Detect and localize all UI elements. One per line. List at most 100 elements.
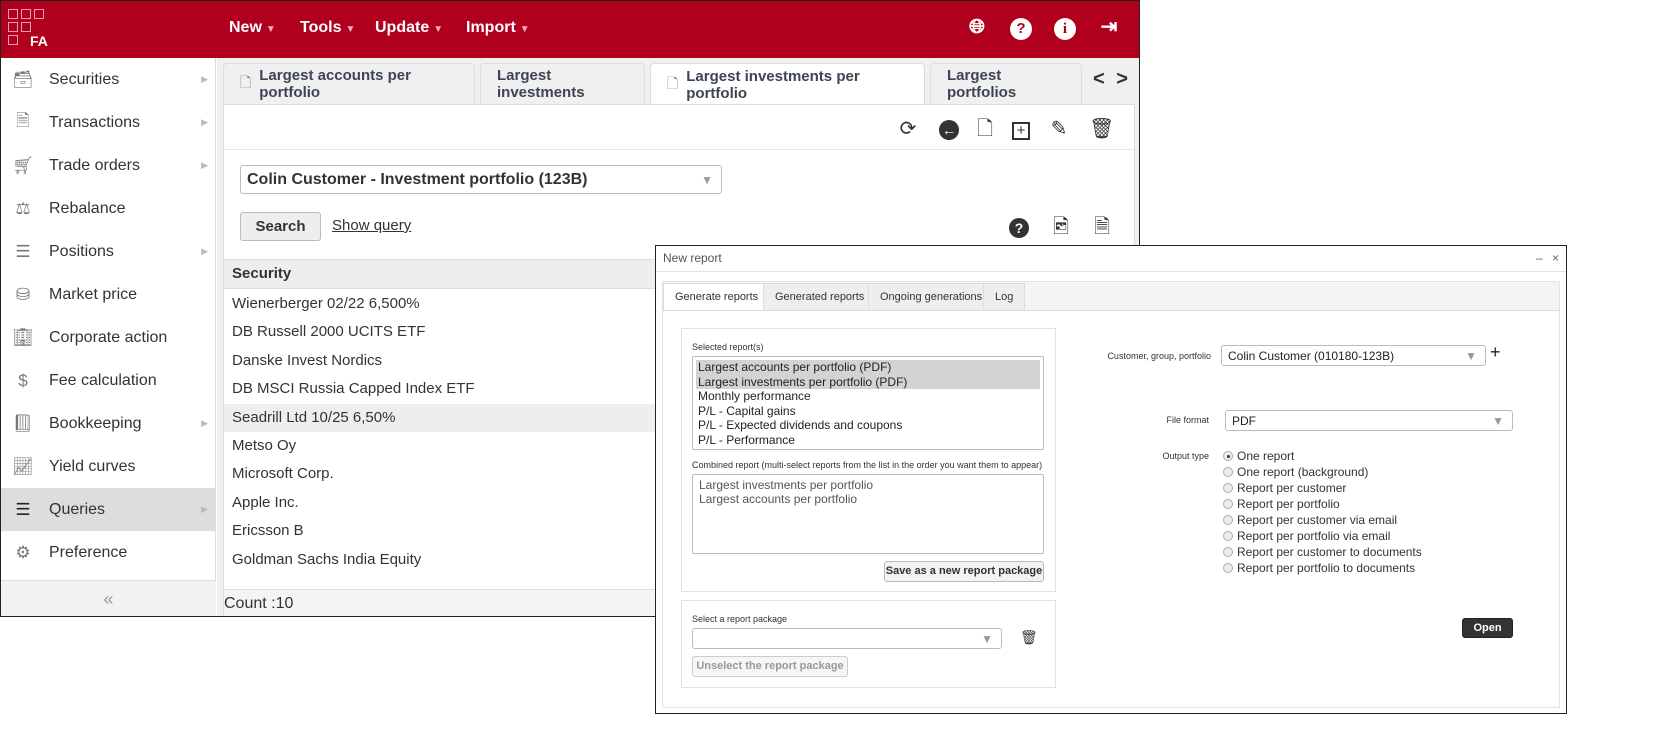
tab-largest-investments-per-portfolio[interactable]: 🗋︎ Largest investments per portfolio xyxy=(650,63,925,105)
add-icon[interactable]: + xyxy=(1009,117,1033,141)
radio-circle[interactable] xyxy=(1223,483,1233,493)
radio-label: Report per portfolio to documents xyxy=(1237,561,1416,575)
portfolio-select[interactable]: Colin Customer - Investment portfolio (1… xyxy=(240,165,722,194)
tab-ongoing-generations[interactable]: Ongoing generations xyxy=(868,283,995,311)
combined-report-item[interactable]: Largest investments per portfolio xyxy=(696,478,1040,492)
radio-circle[interactable] xyxy=(1223,451,1233,461)
file-format-label: File format xyxy=(1166,415,1209,425)
radio-circle[interactable] xyxy=(1223,515,1233,525)
tab-largest-accounts-per-portfolio[interactable]: 🗋︎ Largest accounts per portfolio xyxy=(223,63,475,104)
report-option[interactable]: Monthly performance xyxy=(696,389,1040,404)
combined-report-item[interactable]: Largest accounts per portfolio xyxy=(696,492,1040,506)
sidebar-item-bookkeeping[interactable]: 📕︎ Bookkeeping ▶ xyxy=(1,402,216,445)
report-option[interactable]: Largest investments per portfolio (PDF) xyxy=(696,374,1040,389)
info-icon[interactable]: i xyxy=(1053,15,1077,40)
tab-largest-investments[interactable]: Largest investments xyxy=(480,63,645,104)
trash-icon[interactable]: 🗑︎ xyxy=(1089,117,1114,141)
radio-circle[interactable] xyxy=(1223,499,1233,509)
fa-logo[interactable]: FA xyxy=(8,9,48,49)
scale-icon: ⚖︎ xyxy=(15,198,31,218)
tab-label: Largest investments per portfolio xyxy=(686,67,860,102)
report-option[interactable]: P/L - Capital gains xyxy=(696,404,1040,419)
sidebar-item-trade-orders[interactable]: 🛒︎ Trade orders ▶ xyxy=(1,144,216,187)
sidebar: 🗃︎ Securities ▶ 🗎︎ Transactions ▶ 🛒︎ Trade orde… xyxy=(1,58,216,616)
securities-icon: 🗃︎ xyxy=(12,69,34,89)
help-icon[interactable]: ? xyxy=(1007,215,1031,239)
chevron-right-icon: ▶ xyxy=(201,246,208,256)
sidebar-item-corporate-action[interactable]: 🏢︎ Corporate action xyxy=(1,316,216,359)
sidebar-item-yield-curves[interactable]: 📈︎ Yield curves xyxy=(1,445,216,488)
back-icon[interactable]: ← xyxy=(937,117,961,141)
radio-circle[interactable] xyxy=(1223,467,1233,477)
book-icon: 📕︎ xyxy=(12,413,34,433)
sidebar-item-securities[interactable]: 🗃︎ Securities ▶ xyxy=(1,58,216,101)
radio-circle[interactable] xyxy=(1223,531,1233,541)
save-report-package-button[interactable]: Save as a new report package xyxy=(884,561,1044,582)
radio-label: Report per customer to documents xyxy=(1237,545,1422,559)
new-report-dialog: New report – × Generate reports Generate… xyxy=(655,245,1567,714)
sidebar-item-label: Positions xyxy=(49,242,114,260)
customer-select[interactable]: Colin Customer (010180-123B) ▼ xyxy=(1221,345,1486,366)
unselect-package-button[interactable]: Unselect the report package xyxy=(692,656,848,677)
logout-icon[interactable]: ⇥ xyxy=(1097,15,1121,39)
document-export-icon[interactable]: 🗎︎ xyxy=(1090,215,1114,239)
radio-label: Report per portfolio xyxy=(1237,497,1340,511)
sidebar-item-queries[interactable]: ☰ Queries ▶ xyxy=(1,488,216,531)
close-button[interactable]: × xyxy=(1552,251,1559,265)
minimize-button[interactable]: – xyxy=(1536,251,1543,265)
list-icon: ☰ xyxy=(15,499,31,519)
add-customer-button[interactable]: + xyxy=(1490,342,1501,363)
radio-label: Report per portfolio via email xyxy=(1237,529,1391,543)
selected-reports-list[interactable]: Largest accounts per portfolio (PDF) Larg… xyxy=(692,356,1044,450)
document-icon: 🗋︎ xyxy=(240,74,252,90)
open-button[interactable]: Open xyxy=(1462,618,1513,638)
combined-report-label: Combined report (multi-select reports fr… xyxy=(692,460,1043,470)
output-type-radio[interactable]: Report per portfolio xyxy=(1223,497,1340,511)
show-query-link[interactable]: Show query xyxy=(332,217,411,234)
sidebar-item-market-price[interactable]: ⛁ Market price xyxy=(1,273,216,316)
output-type-radio[interactable]: One report (background) xyxy=(1223,465,1368,479)
menu-new[interactable]: New ▼ xyxy=(229,19,276,37)
output-type-radio[interactable]: Report per portfolio via email xyxy=(1223,529,1390,543)
edit-icon[interactable]: ✎ xyxy=(1047,117,1071,141)
tab-largest-portfolios[interactable]: Largest portfolios xyxy=(930,63,1082,104)
radio-circle[interactable] xyxy=(1223,547,1233,557)
tab-generated-reports[interactable]: Generated reports xyxy=(763,283,877,311)
menu-import[interactable]: Import ▼ xyxy=(466,19,530,37)
output-type-radio[interactable]: Report per customer to documents xyxy=(1223,545,1422,559)
sidebar-item-rebalance[interactable]: ⚖︎ Rebalance xyxy=(1,187,216,230)
tab-generate-reports[interactable]: Generate reports xyxy=(663,283,771,312)
output-type-label: Output type xyxy=(1162,451,1209,461)
chevron-right-icon: ▶ xyxy=(201,117,208,127)
sidebar-item-label: Bookkeeping xyxy=(49,414,142,432)
globe-icon[interactable]: 🌐︎ xyxy=(965,15,989,39)
output-type-radio[interactable]: One report xyxy=(1223,449,1294,463)
radio-label: Report per customer via email xyxy=(1237,513,1398,527)
tab-prev-button[interactable]: < xyxy=(1093,68,1105,90)
sidebar-item-preference[interactable]: ⚙︎ Preference xyxy=(1,531,216,574)
report-option[interactable]: P/L - Expected dividends and coupons xyxy=(696,418,1040,433)
report-package-select[interactable]: ▼ xyxy=(692,628,1002,649)
clear-document-icon[interactable]: 🗋︎ xyxy=(973,117,997,141)
report-option[interactable]: Largest accounts per portfolio (PDF) xyxy=(696,360,1040,375)
sidebar-item-fee-calculation[interactable]: $ Fee calculation xyxy=(1,359,216,402)
output-type-radio[interactable]: Report per customer xyxy=(1223,481,1346,495)
tab-next-button[interactable]: > xyxy=(1116,68,1128,90)
image-export-icon[interactable]: 🖻︎ xyxy=(1049,215,1073,239)
menu-update[interactable]: Update ▼ xyxy=(375,19,443,37)
output-type-radio[interactable]: Report per customer via email xyxy=(1223,513,1397,527)
refresh-icon[interactable]: ⟳ xyxy=(896,117,920,141)
report-option[interactable]: P/L - Performance xyxy=(696,433,1040,448)
sidebar-item-positions[interactable]: ☰ Positions ▶ xyxy=(1,230,216,273)
help-icon[interactable]: ? xyxy=(1009,15,1033,40)
output-type-radio[interactable]: Report per portfolio to documents xyxy=(1223,561,1415,575)
combined-report-list[interactable]: Largest investments per portfolio Largest… xyxy=(692,474,1044,554)
trash-icon[interactable]: 🗑︎ xyxy=(1020,629,1038,646)
tab-log[interactable]: Log xyxy=(983,283,1026,311)
file-format-select[interactable]: PDF ▼ xyxy=(1225,410,1513,431)
menu-tools[interactable]: Tools ▼ xyxy=(300,19,355,37)
search-button[interactable]: Search xyxy=(240,212,321,241)
radio-circle[interactable] xyxy=(1223,563,1233,573)
sidebar-item-transactions[interactable]: 🗎︎ Transactions ▶ xyxy=(1,101,216,144)
collapse-sidebar-button[interactable]: « xyxy=(1,580,216,616)
